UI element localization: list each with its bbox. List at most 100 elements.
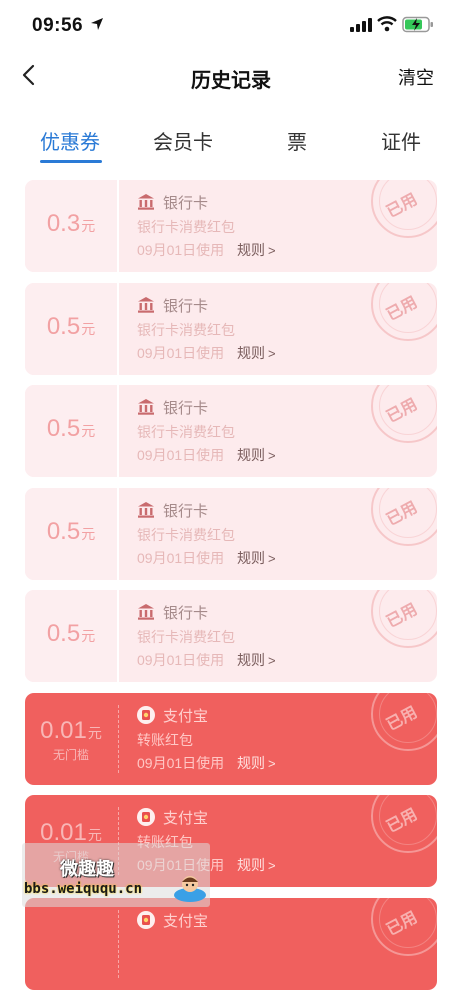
coupon-used-date: 09月01日使用 [137,754,225,771]
bank-icon [136,295,156,315]
coupon-used-date: 09月01日使用 [137,242,225,258]
rules-label: 规则 [237,754,265,771]
coupon-value-stub: 0.5元 [25,282,117,375]
coupon-card[interactable]: 0.3元 银行卡银行卡消费红包 09月01日使用 规则 > 已用 [25,180,437,272]
coupon-value-stub: 0.3元 [25,180,117,272]
coupon-rules-link[interactable]: 规则 > [237,445,276,465]
bank-icon [136,500,156,520]
chevron-right-icon: > [268,448,276,463]
used-stamp: 已用 [371,487,437,546]
rules-label: 规则 [237,242,265,258]
location-arrow-icon [91,18,103,30]
chevron-right-icon: > [268,755,276,771]
coupon-card[interactable]: 支付宝 已用 [25,897,437,990]
coupon-rules-link[interactable]: 规则 > [237,650,276,670]
used-stamp-text: 已用 [384,806,421,837]
chevron-right-icon: > [268,858,276,873]
coupon-brand: 银行卡 [163,400,209,417]
coupon-brand: 支付宝 [163,912,209,930]
used-stamp-text: 已用 [384,601,421,632]
coupon-description: 银行卡消费红包 [137,526,235,543]
coupon-rules-link[interactable]: 规则 > [237,240,276,260]
bank-icon [136,602,156,622]
coupon-description: 银行卡消费红包 [137,321,235,338]
used-stamp: 已用 [371,385,437,443]
tab-coupons[interactable]: 优惠券 [40,126,100,155]
bank-icon [136,397,156,417]
coupon-divider [117,385,119,477]
used-stamp: 已用 [371,282,437,341]
site-watermark: 微趣趣 bbs.weiququ.cn [22,843,210,907]
coupon-description: 银行卡消费红包 [137,629,235,645]
coupon-amount-unit: 元 [81,628,96,644]
coupon-amount-unit: 元 [81,218,96,234]
coupon-divider [117,180,119,272]
coupon-divider [117,282,119,375]
coupon-rules-link[interactable]: 规则 > [237,753,276,773]
used-stamp: 已用 [371,795,437,853]
cellular-signal-icon [350,18,372,32]
coupon-value-stub: 0.5元 [25,385,117,477]
coupon-amount-value: 0.01 [40,819,87,846]
coupon-amount-value: 0.3 [46,210,81,237]
coupon-amount-unit: 元 [81,320,96,337]
bank-icon [136,192,156,212]
coupon-brand: 支付宝 [163,810,209,827]
coupon-amount-unit: 元 [81,423,96,439]
coupon-card[interactable]: 0.5元 银行卡 银行卡消费红包 09月01日使用 规则 > 已用 [25,487,437,580]
chevron-right-icon: > [268,653,276,668]
coupon-amount: 0.5元 [25,620,117,648]
coupon-divider [117,590,119,682]
coupon-rules-link[interactable]: 规则 > [237,343,276,363]
coupon-value-stub: 0.5元 [25,487,117,580]
used-stamp: 已用 [371,590,437,648]
tab-tickets[interactable]: 票 [287,126,307,155]
watermark-title: 微趣趣 [60,859,114,879]
coupon-card[interactable]: 0.5元 银行卡银行卡消费红包 09月01日使用 规则 > 已用 [25,282,437,375]
nav-bar: 历史记录 清空 [0,52,462,98]
coupon-used-date: 09月01日使用 [137,447,225,463]
coupon-amount: 0.3元 [25,210,117,238]
coupon-brand: 支付宝 [163,707,209,725]
coupon-amount: 0.5元 [25,313,117,341]
coupon-brand: 银行卡 [163,605,209,622]
coupon-amount-value: 0.5 [46,415,81,442]
mascot-icon [174,876,206,902]
rules-label: 规则 [237,652,265,668]
chevron-right-icon: > [268,345,276,361]
used-stamp-text: 已用 [384,498,421,529]
used-stamp: 已用 [371,180,437,238]
alipay-redpacket-icon [136,807,156,827]
used-stamp-text: 已用 [384,703,421,734]
coupon-amount-value: 0.5 [46,620,81,647]
coupon-description: 银行卡消费红包 [137,219,235,235]
coupon-amount-value: 0.5 [46,312,81,340]
coupon-amount: 0.5元 [25,518,117,546]
clear-button[interactable]: 清空 [398,64,434,90]
coupon-brand: 银行卡 [163,195,209,212]
coupon-divider [118,704,120,773]
coupon-amount-unit: 元 [81,525,96,542]
coupon-card[interactable]: 0.5元 银行卡 银行卡消费红包 09月01日使用 规则 > 已用 [25,590,437,682]
coupon-amount [25,922,117,950]
status-bar: 09:56 [0,0,462,50]
coupon-divider [117,487,119,580]
rules-label: 规则 [237,549,265,566]
coupon-card[interactable]: 0.01元无门槛 支付宝转账红包 09月01日使用规则> 已用 [25,692,437,785]
coupon-amount: 0.01元 [25,717,117,745]
coupon-card[interactable]: 0.5元 银行卡 银行卡消费红包 09月01日使用 规则 > 已用 [25,385,437,477]
tab-documents[interactable]: 证件 [381,126,421,155]
page-title: 历史记录 [191,70,271,92]
coupon-rules-link[interactable]: 规则 > [237,548,276,568]
coupon-rules-link[interactable]: 规则 > [237,855,276,875]
battery-charging-icon [402,16,433,33]
coupon-brand: 银行卡 [163,297,209,315]
tab-membership-cards[interactable]: 会员卡 [153,126,213,155]
coupon-brand: 银行卡 [163,502,209,520]
used-stamp: 已用 [371,692,437,751]
used-stamp-text: 已用 [384,293,421,324]
status-time: 09:56 [32,15,84,36]
coupon-used-date: 09月01日使用 [137,344,225,361]
category-tabs: 优惠券 会员卡 票 证件 [0,120,462,164]
coupon-description: 转账红包 [137,731,193,748]
